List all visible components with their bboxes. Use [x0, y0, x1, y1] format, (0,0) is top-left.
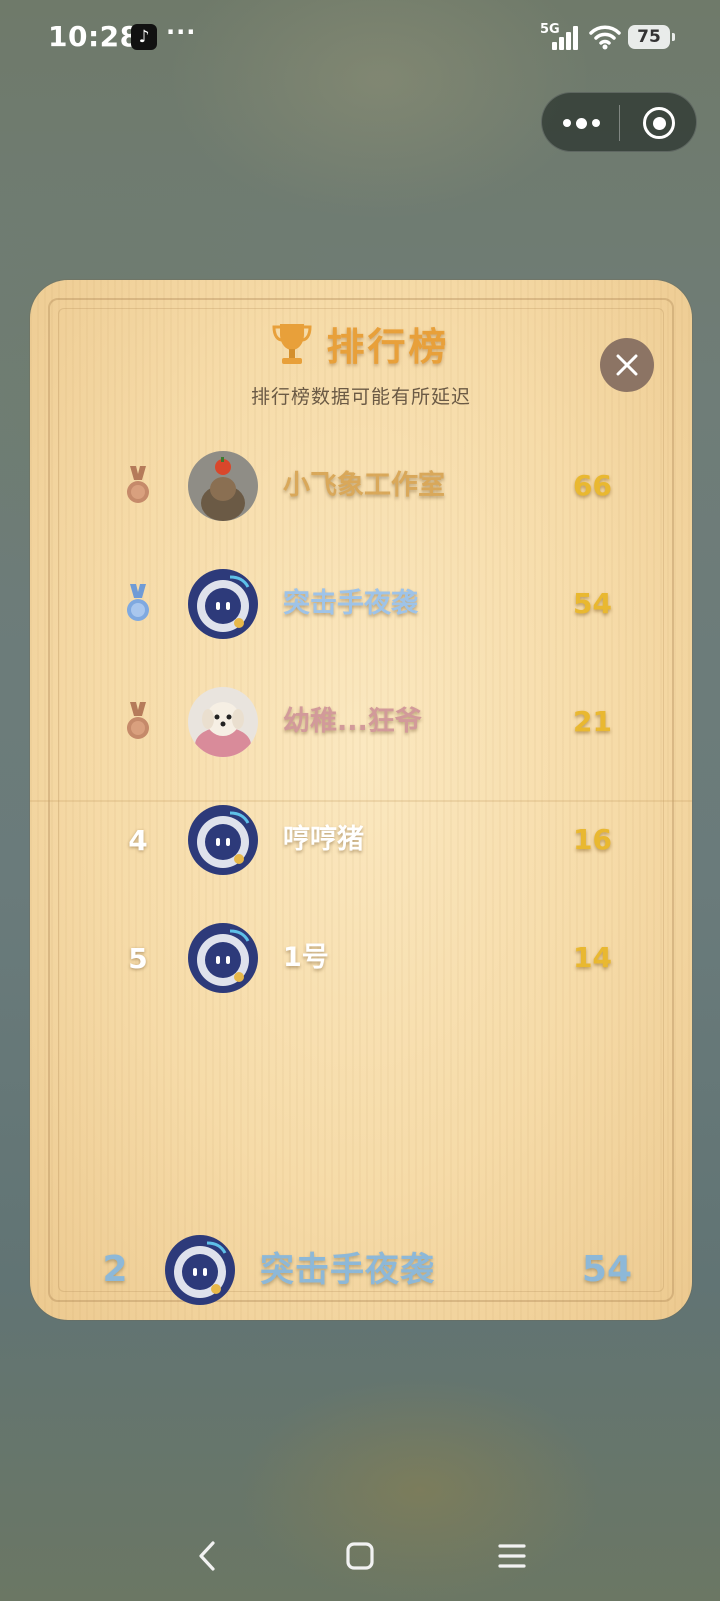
- my-rank-row: 2 突击手夜袭 54: [30, 1230, 692, 1310]
- wifi-icon: [589, 25, 621, 50]
- back-button[interactable]: [172, 1520, 244, 1592]
- player-score: 21: [573, 705, 612, 738]
- player-name: 小飞象工作室: [283, 470, 445, 501]
- medal-gold-icon: [127, 466, 149, 503]
- player-score: 54: [573, 587, 612, 620]
- tiktok-icon: ♪: [131, 24, 157, 50]
- home-button[interactable]: [324, 1520, 396, 1592]
- more-dot-icon: [562, 119, 571, 127]
- rank-cell: [110, 682, 166, 762]
- battery-indicator: 75: [628, 25, 675, 49]
- leaderboard-row[interactable]: 小飞象工作室 66: [30, 446, 692, 526]
- close-icon: [616, 354, 638, 376]
- miniprogram-capsule: [541, 92, 697, 152]
- medal-bronze-icon: [127, 702, 149, 739]
- more-dot-icon: [575, 117, 587, 129]
- more-options-button[interactable]: [542, 93, 620, 153]
- my-rank-number: 2: [102, 1249, 128, 1290]
- signal-icon: [552, 26, 578, 50]
- recents-button[interactable]: [476, 1520, 548, 1592]
- leaderboard-row[interactable]: 突击手夜袭 54: [30, 564, 692, 644]
- medal-silver-icon: [127, 584, 149, 621]
- back-chevron-icon: [199, 1541, 215, 1571]
- status-bar: 10:28 ♪ ··· 5G 75: [0, 0, 720, 76]
- avatar: [188, 805, 258, 875]
- player-score: 14: [573, 941, 612, 974]
- player-score: 66: [573, 469, 612, 502]
- status-time: 10:28: [48, 20, 140, 53]
- my-player-name: 突击手夜袭: [260, 1250, 435, 1290]
- leaderboard-row[interactable]: 幼稚...狂爷 21: [30, 682, 692, 762]
- rank-number: 4: [128, 823, 148, 857]
- close-button[interactable]: [600, 338, 654, 392]
- more-dot-icon: [591, 119, 600, 127]
- player-name: 幼稚...狂爷: [283, 706, 422, 737]
- target-circle-icon: [643, 107, 675, 139]
- avatar: [188, 451, 258, 521]
- leaderboard-panel: 排行榜 排行榜数据可能有所延迟 小飞象工作室 66 突击手夜袭 54 幼稚...…: [30, 280, 692, 1320]
- player-name: 1号: [283, 942, 329, 973]
- more-notifications-icon: ···: [166, 18, 197, 46]
- rank-number: 5: [128, 941, 148, 975]
- my-avatar: [165, 1235, 235, 1305]
- system-nav-bar: [0, 1520, 720, 1592]
- leaderboard-row[interactable]: 4 哼哼猪 16: [30, 800, 692, 880]
- delay-notice: 排行榜数据可能有所延迟: [250, 386, 471, 408]
- menu-lines-icon: [498, 1544, 526, 1568]
- trophy-icon: [272, 323, 312, 364]
- leaderboard-row[interactable]: 5 1号 14: [30, 918, 692, 998]
- player-score: 16: [573, 823, 612, 856]
- my-player-score: 54: [581, 1249, 632, 1290]
- rank-cell: [110, 564, 166, 644]
- player-name: 哼哼猪: [283, 824, 364, 855]
- player-name: 突击手夜袭: [283, 588, 418, 619]
- avatar: [188, 923, 258, 993]
- avatar: [188, 687, 258, 757]
- avatar: [188, 569, 258, 639]
- home-square-icon: [346, 1542, 374, 1570]
- panel-header: 排行榜: [30, 316, 692, 371]
- exit-miniprogram-button[interactable]: [620, 93, 698, 153]
- page-title: 排行榜: [326, 325, 450, 369]
- rank-cell: [110, 446, 166, 526]
